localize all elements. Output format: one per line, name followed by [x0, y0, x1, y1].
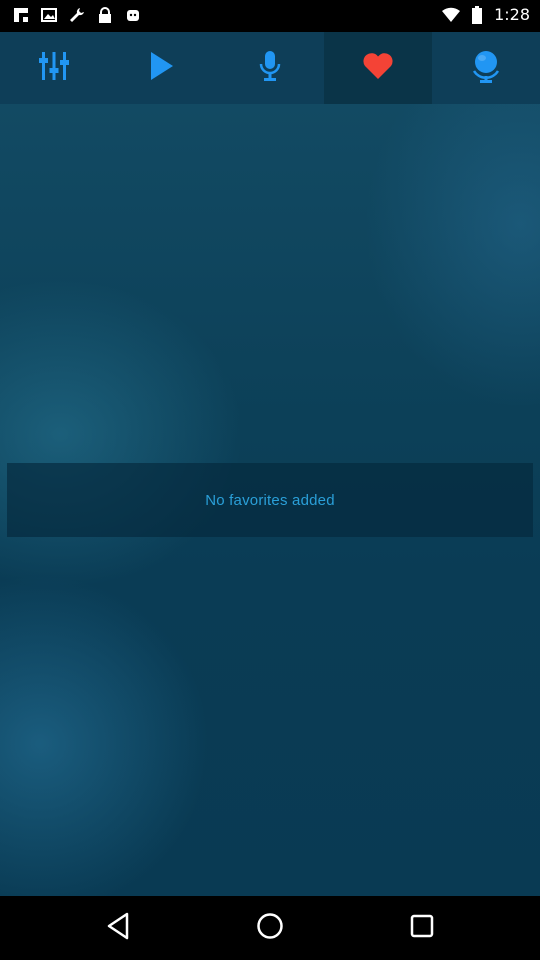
- flipboard-icon: [12, 6, 30, 24]
- navigation-bar: [0, 896, 540, 960]
- play-icon: [149, 51, 175, 85]
- wifi-icon: [442, 6, 461, 24]
- lock-icon: [96, 6, 114, 24]
- android-icon: [124, 6, 142, 24]
- home-button[interactable]: [254, 912, 286, 944]
- heart-icon: [362, 52, 394, 84]
- status-bar: 1:28: [0, 0, 540, 32]
- back-icon: [105, 912, 131, 944]
- microphone-icon: [259, 50, 281, 86]
- app-toolbar: [0, 32, 540, 104]
- recents-icon: [410, 914, 434, 942]
- wrench-icon: [68, 6, 86, 24]
- home-icon: [256, 912, 284, 944]
- notification-icons: [12, 6, 142, 24]
- play-button[interactable]: [108, 32, 216, 104]
- favorites-panel: No favorites added: [0, 104, 540, 896]
- battery-icon: [468, 5, 486, 24]
- back-button[interactable]: [102, 912, 134, 944]
- globe-mic-icon: [470, 49, 502, 87]
- recents-button[interactable]: [406, 912, 438, 944]
- clock: 1:28: [494, 5, 530, 24]
- favorites-tab[interactable]: [324, 32, 432, 104]
- system-icons: 1:28: [442, 5, 530, 24]
- equalizer-icon: [38, 51, 70, 85]
- image-icon: [40, 6, 58, 24]
- empty-state-box: No favorites added: [7, 463, 533, 537]
- microphone-button[interactable]: [216, 32, 324, 104]
- equalizer-button[interactable]: [0, 32, 108, 104]
- empty-state-message: No favorites added: [205, 491, 335, 509]
- globe-mic-button[interactable]: [432, 32, 540, 104]
